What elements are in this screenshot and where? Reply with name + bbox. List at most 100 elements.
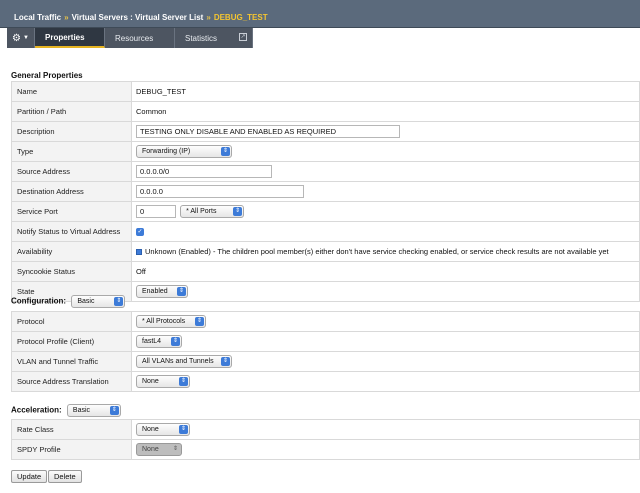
rate-class-label: Rate Class: [11, 419, 132, 440]
service-port-input[interactable]: 0: [136, 205, 176, 218]
destination-address-input[interactable]: 0.0.0.0: [136, 185, 304, 198]
delete-button[interactable]: Delete: [48, 470, 82, 483]
row-rate-class: Rate Class None ⇕: [11, 419, 640, 440]
row-description: Description TESTING ONLY DISABLE AND ENA…: [11, 121, 640, 142]
row-destination: Destination Address 0.0.0.0: [11, 181, 640, 202]
syncookie-label: Syncookie Status: [11, 261, 132, 282]
protocol-profile-select[interactable]: fastL4 ⇕: [136, 335, 182, 348]
select-arrows-icon: ⇕: [221, 357, 230, 366]
spdy-profile-value: None: [142, 446, 159, 453]
general-properties-title: General Properties: [11, 71, 83, 80]
rate-class-select[interactable]: None ⇕: [136, 423, 190, 436]
notify-status-label: Notify Status to Virtual Address: [11, 221, 132, 242]
protocol-profile-label: Protocol Profile (Client): [11, 331, 132, 352]
configuration-table: Protocol * All Protocols ⇕ Protocol Profi…: [11, 311, 640, 392]
acceleration-table: Rate Class None ⇕ SPDY Profile None ⇕: [11, 419, 640, 460]
acceleration-mode-value: Basic: [72, 407, 91, 414]
name-label: Name: [11, 81, 132, 102]
state-select-value: Enabled: [142, 288, 168, 295]
select-arrows-icon: ⇕: [177, 287, 186, 296]
vlan-label: VLAN and Tunnel Traffic: [11, 351, 132, 372]
protocol-profile-value: fastL4: [142, 338, 162, 345]
select-arrows-icon: ⇕: [109, 406, 119, 415]
protocol-select[interactable]: * All Protocols ⇕: [136, 315, 206, 328]
rate-class-value: None: [142, 426, 159, 433]
gear-icon: ⚙: [12, 32, 21, 44]
breadcrumb-virtual-server-list[interactable]: Virtual Servers : Virtual Server List: [72, 13, 204, 22]
gear-menu-button[interactable]: ⚙ ▼: [7, 28, 35, 48]
breadcrumb-separator: »: [64, 13, 69, 22]
popout-icon[interactable]: ↗: [239, 33, 247, 41]
tab-resources[interactable]: Resources: [105, 28, 175, 48]
select-arrows-icon: ⇕: [195, 317, 204, 326]
row-spdy-profile: SPDY Profile None ⇕: [11, 439, 640, 460]
notify-status-checkbox[interactable]: ✓: [136, 228, 144, 236]
configuration-label: Configuration:: [11, 296, 67, 306]
select-arrows-icon: ⇕: [171, 337, 180, 346]
configuration-title: Configuration: Basic ⇕: [11, 295, 126, 308]
source-address-input[interactable]: 0.0.0.0/0: [136, 165, 272, 178]
type-select-value: Forwarding (IP): [142, 148, 191, 155]
type-label: Type: [11, 141, 132, 162]
breadcrumb-local-traffic[interactable]: Local Traffic: [14, 13, 61, 22]
availability-label: Availability: [11, 241, 132, 262]
tab-bar: ⚙ ▼ Properties Resources Statistics ↗: [0, 28, 640, 48]
service-port-select[interactable]: * All Ports ⇕: [180, 205, 245, 218]
row-service-port: Service Port 0 * All Ports ⇕: [11, 201, 640, 222]
row-type: Type Forwarding (IP) ⇕: [11, 141, 640, 162]
row-availability: Availability Unknown (Enabled) - The chi…: [11, 241, 640, 262]
status-unknown-icon: [136, 249, 142, 256]
select-arrows-icon: ⇕: [221, 147, 230, 156]
breadcrumb-current: DEBUG_TEST: [213, 13, 268, 22]
configuration-mode-select[interactable]: Basic ⇕: [71, 295, 126, 308]
row-partition: Partition / Path Common: [11, 101, 640, 122]
row-notify-status: Notify Status to Virtual Address ✓: [11, 221, 640, 242]
snat-label: Source Address Translation: [11, 371, 132, 392]
select-arrows-icon: ⇕: [179, 377, 188, 386]
row-source: Source Address 0.0.0.0/0: [11, 161, 640, 182]
row-protocol-profile: Protocol Profile (Client) fastL4 ⇕: [11, 331, 640, 352]
spdy-profile-select: None ⇕: [136, 443, 182, 456]
general-properties-table: Name DEBUG_TEST Partition / Path Common …: [11, 81, 640, 302]
acceleration-mode-select[interactable]: Basic ⇕: [66, 404, 121, 417]
top-header: Local Traffic» Virtual Servers : Virtual …: [0, 0, 640, 28]
type-select[interactable]: Forwarding (IP) ⇕: [136, 145, 232, 158]
acceleration-title: Acceleration: Basic ⇕: [11, 404, 121, 417]
select-arrows-icon: ⇕: [233, 207, 243, 216]
row-vlan: VLAN and Tunnel Traffic All VLANs and Tu…: [11, 351, 640, 372]
snat-select[interactable]: None ⇕: [136, 375, 190, 388]
partition-label: Partition / Path: [11, 101, 132, 122]
protocol-label: Protocol: [11, 311, 132, 332]
service-port-label: Service Port: [11, 201, 132, 222]
availability-value: Unknown (Enabled) - The children pool me…: [145, 247, 609, 256]
update-button[interactable]: Update: [11, 470, 48, 483]
source-address-label: Source Address: [11, 161, 132, 182]
syncookie-value: Off: [131, 261, 640, 282]
service-port-select-value: * All Ports: [186, 208, 217, 215]
destination-address-label: Destination Address: [11, 181, 132, 202]
tab-properties[interactable]: Properties: [35, 28, 105, 48]
breadcrumb-separator: »: [206, 13, 211, 22]
row-snat: Source Address Translation None ⇕: [11, 371, 640, 392]
chevron-down-icon: ▼: [23, 35, 29, 41]
vlan-select[interactable]: All VLANs and Tunnels ⇕: [136, 355, 232, 368]
row-syncookie: Syncookie Status Off: [11, 261, 640, 282]
select-arrows-icon: ⇕: [172, 446, 179, 452]
description-label: Description: [11, 121, 132, 142]
tab-statistics-label: Statistics: [185, 33, 218, 43]
spdy-profile-label: SPDY Profile: [11, 439, 132, 460]
breadcrumb: Local Traffic» Virtual Servers : Virtual …: [14, 13, 268, 22]
description-input[interactable]: TESTING ONLY DISABLE AND ENABLED AS REQU…: [136, 125, 400, 138]
row-protocol: Protocol * All Protocols ⇕: [11, 311, 640, 332]
partition-value: Common: [131, 101, 640, 122]
configuration-mode-value: Basic: [77, 298, 95, 305]
name-value: DEBUG_TEST: [131, 81, 640, 102]
protocol-select-value: * All Protocols: [142, 318, 186, 325]
tab-statistics[interactable]: Statistics ↗: [175, 28, 253, 48]
state-select[interactable]: Enabled ⇕: [136, 285, 188, 298]
snat-select-value: None: [142, 378, 159, 385]
select-arrows-icon: ⇕: [179, 425, 188, 434]
row-name: Name DEBUG_TEST: [11, 81, 640, 102]
vlan-select-value: All VLANs and Tunnels: [142, 358, 214, 365]
select-arrows-icon: ⇕: [114, 297, 124, 306]
